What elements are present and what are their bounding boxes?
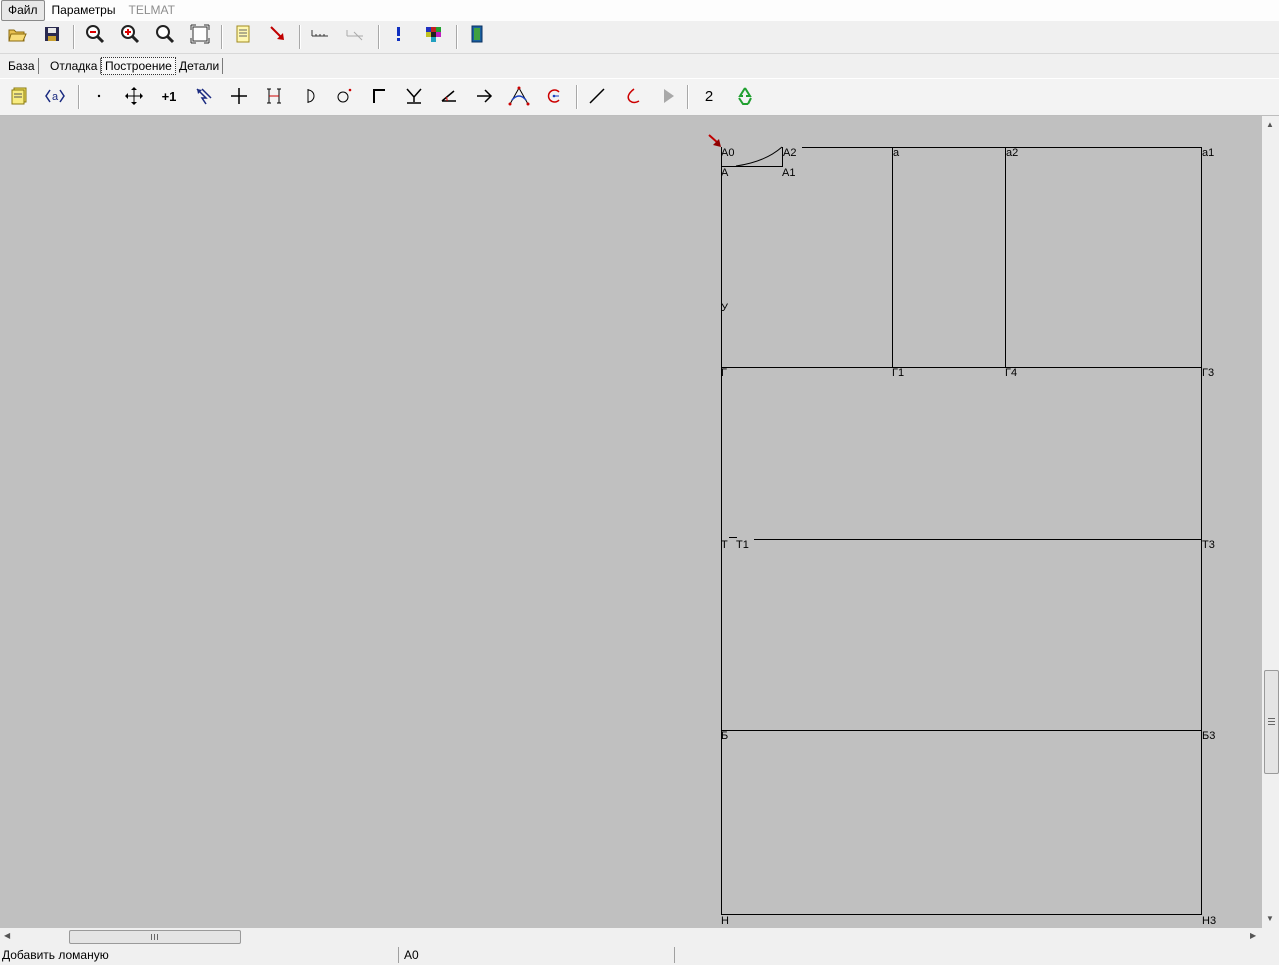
horizontal-scrollbar[interactable]: ◀ ▶ bbox=[0, 928, 1262, 945]
color-palette-icon[interactable] bbox=[423, 23, 445, 45]
line-icon[interactable] bbox=[586, 85, 608, 107]
tab-base[interactable]: База bbox=[5, 58, 39, 74]
add-one-icon[interactable]: +1 bbox=[158, 85, 180, 107]
statusbar: Добавить ломаную А0 bbox=[0, 946, 1279, 965]
point-label-small-a2: а2 bbox=[1006, 147, 1019, 159]
point-icon[interactable] bbox=[88, 85, 110, 107]
vertical-scroll-thumb[interactable] bbox=[1264, 670, 1279, 774]
point-label-a0: А0 bbox=[721, 147, 735, 159]
menu-file[interactable]: Файл bbox=[1, 0, 45, 21]
scroll-right-icon[interactable]: ▶ bbox=[1250, 931, 1256, 940]
main-toolbar bbox=[0, 21, 1279, 54]
point-label-t1: Т1 bbox=[736, 539, 749, 551]
save-disk-icon[interactable] bbox=[41, 23, 63, 45]
status-message: Добавить ломаную bbox=[0, 947, 399, 963]
cross-icon[interactable] bbox=[228, 85, 250, 107]
half-circle-icon[interactable] bbox=[298, 85, 320, 107]
zoom-out-icon[interactable] bbox=[84, 23, 106, 45]
tab-debug[interactable]: Отладка bbox=[47, 58, 102, 74]
angle-icon[interactable] bbox=[438, 85, 460, 107]
arrow-right-icon[interactable] bbox=[473, 85, 495, 107]
move-icon[interactable] bbox=[123, 85, 145, 107]
circle-point-icon[interactable] bbox=[333, 85, 355, 107]
arc-circle-icon[interactable] bbox=[543, 85, 565, 107]
open-folder-icon[interactable] bbox=[6, 23, 28, 45]
point-label-n: Н bbox=[721, 915, 729, 927]
triangle-curve-icon[interactable] bbox=[508, 85, 530, 107]
menubar: Файл Параметры TELMAT bbox=[0, 0, 1279, 22]
status-current-point: А0 bbox=[402, 947, 675, 963]
scroll-up-icon[interactable]: ▲ bbox=[1266, 120, 1274, 129]
named-point-icon[interactable]: a bbox=[44, 85, 66, 107]
construction-toolbar: a +1 2 bbox=[0, 78, 1279, 117]
point-label-t3: Т3 bbox=[1202, 539, 1215, 551]
current-point-marker bbox=[708, 134, 721, 147]
pattern-drawing[interactable] bbox=[0, 116, 1262, 928]
point-label-u: У bbox=[721, 302, 728, 314]
scroll-down-icon[interactable]: ▼ bbox=[1266, 914, 1274, 923]
document-icon[interactable] bbox=[232, 23, 254, 45]
exclamation-icon[interactable] bbox=[388, 23, 410, 45]
pointer-arrow-icon[interactable] bbox=[267, 23, 289, 45]
curve-icon[interactable] bbox=[621, 85, 643, 107]
fit-window-icon[interactable] bbox=[189, 23, 211, 45]
intersect-icon[interactable] bbox=[403, 85, 425, 107]
point-label-t: Т bbox=[721, 539, 728, 551]
horizontal-scroll-thumb[interactable] bbox=[69, 930, 241, 944]
point-label-g3: Г3 bbox=[1202, 367, 1215, 379]
point-label-a2: А2 bbox=[783, 147, 797, 159]
menu-parameters[interactable]: Параметры bbox=[46, 1, 122, 20]
point-label-small-a1: а1 bbox=[1202, 147, 1215, 159]
measure-ruler-disabled-icon[interactable] bbox=[344, 23, 366, 45]
point-label-g4: Г4 bbox=[1005, 367, 1018, 379]
notes-icon[interactable] bbox=[9, 85, 31, 107]
tab-details[interactable]: Детали bbox=[176, 58, 224, 74]
point-label-a: А bbox=[721, 167, 729, 179]
corner-icon[interactable] bbox=[368, 85, 390, 107]
point-label-a1: А1 bbox=[782, 167, 796, 179]
number-two-icon[interactable]: 2 bbox=[698, 85, 720, 107]
select-arrows-icon[interactable] bbox=[193, 85, 215, 107]
svg-text:a: a bbox=[52, 91, 59, 103]
vertical-scrollbar[interactable]: ▲ ▼ bbox=[1262, 116, 1279, 928]
play-icon[interactable] bbox=[657, 85, 679, 107]
menu-telmat[interactable]: TELMAT bbox=[122, 1, 180, 20]
drawing-canvas[interactable]: А0 А2 А А1 а а2 а1 У Г Г1 Г4 Г3 Т Т1 Т3 … bbox=[0, 116, 1262, 928]
scroll-corner bbox=[1262, 928, 1279, 945]
mode-tabs: База Отладка Построение Детали bbox=[0, 54, 1279, 77]
measure-ruler-icon[interactable] bbox=[309, 23, 331, 45]
tab-construction[interactable]: Построение bbox=[101, 57, 176, 75]
zoom-in-icon[interactable] bbox=[119, 23, 141, 45]
point-label-small-a: а bbox=[893, 147, 900, 159]
neck-curve bbox=[735, 146, 783, 167]
bracket-icon[interactable] bbox=[263, 85, 285, 107]
exit-door-icon[interactable] bbox=[466, 23, 488, 45]
zoom-icon[interactable] bbox=[154, 23, 176, 45]
recycle-icon[interactable] bbox=[734, 85, 756, 107]
point-label-n3: Н3 bbox=[1202, 915, 1217, 927]
scroll-left-icon[interactable]: ◀ bbox=[4, 931, 10, 940]
point-label-b: Б bbox=[721, 730, 729, 742]
point-label-g: Г bbox=[721, 367, 727, 379]
point-label-b3: Б3 bbox=[1202, 730, 1216, 742]
point-label-g1: Г1 bbox=[892, 367, 905, 379]
